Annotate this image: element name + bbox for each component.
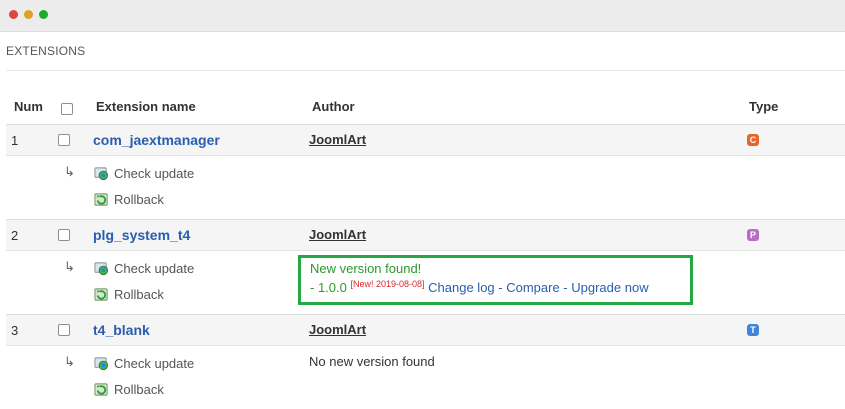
- check-update-icon: [94, 167, 109, 181]
- header-author: Author: [312, 99, 355, 114]
- extension-name-link[interactable]: plg_system_t4: [93, 227, 190, 243]
- row-checkbox[interactable]: [58, 134, 70, 146]
- table-row: 1 com_jaextmanager JoomlArt C: [6, 125, 845, 156]
- row-actions: ↳ Check update Rollback: [6, 156, 845, 220]
- section-title: EXTENSIONS: [6, 44, 86, 58]
- row-num: 2: [11, 228, 19, 243]
- no-update-status: No new version found: [309, 354, 435, 369]
- check-update-label: Check update: [114, 166, 195, 181]
- check-update-label: Check update: [114, 356, 195, 371]
- check-update-button[interactable]: Check update: [94, 166, 194, 181]
- check-update-button[interactable]: Check update: [94, 356, 194, 371]
- close-window-button[interactable]: [9, 10, 18, 19]
- check-update-icon: [94, 262, 109, 276]
- maximize-window-button[interactable]: [39, 10, 48, 19]
- table-row: 3 t4_blank JoomlArt T: [6, 315, 845, 346]
- change-log-link[interactable]: Change log: [428, 280, 495, 295]
- extension-name-link[interactable]: com_jaextmanager: [93, 132, 220, 148]
- author-link[interactable]: JoomlArt: [309, 227, 366, 242]
- rollback-button[interactable]: Rollback: [94, 192, 164, 207]
- new-version-found: New version found!: [310, 261, 422, 276]
- rollback-icon: [94, 193, 108, 206]
- rollback-button[interactable]: Rollback: [94, 287, 164, 302]
- row-checkbox[interactable]: [58, 229, 70, 241]
- new-version-number: - 1.0.0: [310, 280, 347, 295]
- rollback-label: Rollback: [114, 382, 164, 397]
- rollback-icon: [94, 288, 108, 301]
- update-details: - 1.0.0 [New! 2019-08-08] Change log - C…: [310, 279, 649, 295]
- rollback-button[interactable]: Rollback: [94, 382, 164, 397]
- sub-arrow-icon: ↳: [64, 164, 75, 179]
- author-link[interactable]: JoomlArt: [309, 322, 366, 337]
- select-all-checkbox[interactable]: [61, 103, 73, 115]
- check-update-label: Check update: [114, 261, 195, 276]
- rollback-label: Rollback: [114, 287, 164, 302]
- header-extension-name: Extension name: [96, 99, 196, 114]
- extensions-table: Num Extension name Author Type 1 com_jae…: [6, 94, 845, 409]
- compare-link[interactable]: Compare: [506, 280, 559, 295]
- type-badge: T: [747, 324, 759, 336]
- check-update-icon: [94, 357, 109, 371]
- rollback-label: Rollback: [114, 192, 164, 207]
- sub-arrow-icon: ↳: [64, 259, 75, 274]
- type-badge: P: [747, 229, 759, 241]
- rollback-icon: [94, 383, 108, 396]
- table-row: 2 plg_system_t4 JoomlArt P: [6, 220, 845, 251]
- row-checkbox[interactable]: [58, 324, 70, 336]
- separator: -: [559, 280, 572, 295]
- author-link[interactable]: JoomlArt: [309, 132, 366, 147]
- header-num: Num: [14, 99, 43, 114]
- separator: -: [494, 280, 507, 295]
- update-notice: New version found! - 1.0.0 [New! 2019-08…: [298, 255, 693, 305]
- extension-name-link[interactable]: t4_blank: [93, 322, 150, 338]
- row-num: 3: [11, 323, 19, 338]
- table-header: Num Extension name Author Type: [6, 94, 845, 125]
- sub-arrow-icon: ↳: [64, 354, 75, 369]
- upgrade-now-link[interactable]: Upgrade now: [571, 280, 648, 295]
- window-titlebar: [0, 0, 845, 32]
- header-type: Type: [749, 99, 779, 114]
- section-divider: [6, 70, 845, 71]
- type-badge: C: [747, 134, 759, 146]
- row-num: 1: [11, 133, 19, 148]
- check-update-button[interactable]: Check update: [94, 261, 194, 276]
- row-actions: ↳ Check update Rollback New version foun…: [6, 251, 845, 315]
- row-actions: ↳ Check update Rollback No new version f…: [6, 346, 845, 409]
- minimize-window-button[interactable]: [24, 10, 33, 19]
- new-version-tag: [New! 2019-08-08]: [350, 279, 425, 289]
